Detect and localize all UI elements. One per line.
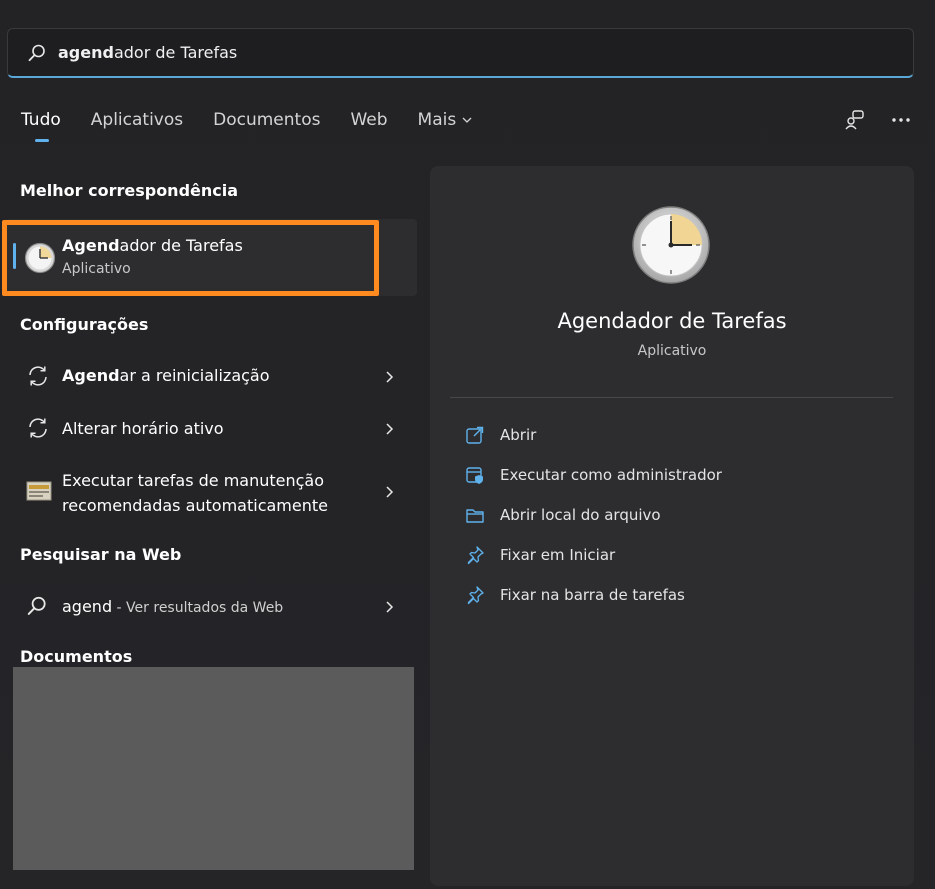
tab-documentos[interactable]: Documentos [213, 110, 320, 130]
chevron-right-icon [386, 486, 394, 498]
selection-indicator [13, 243, 16, 269]
settings-item-label: Agendar a reinicialização [62, 366, 270, 385]
toolbar-icons [843, 108, 913, 132]
section-title-documents: Documentos [20, 647, 133, 666]
best-match-result[interactable]: Agendador de Tarefas Aplicativo [5, 219, 417, 296]
tab-aplicativos[interactable]: Aplicativos [91, 110, 183, 130]
pin-icon [467, 546, 484, 565]
filter-tabs: Tudo Aplicativos Documentos Web Mais [21, 110, 502, 142]
search-icon [28, 44, 45, 62]
chevron-right-icon [386, 423, 394, 435]
open-external-icon [466, 426, 484, 444]
best-match-title: Agendador de Tarefas [62, 236, 243, 255]
sync-icon [29, 418, 47, 438]
action-pin-to-start[interactable]: Fixar em Iniciar [465, 542, 615, 568]
sync-icon [29, 366, 47, 386]
chevron-down-icon [462, 117, 472, 123]
section-title-web: Pesquisar na Web [20, 545, 182, 564]
account-switch-button[interactable] [843, 108, 867, 132]
folder-icon [466, 509, 484, 523]
account-switch-icon [845, 110, 864, 130]
pin-icon [467, 586, 484, 605]
admin-shield-icon [466, 467, 483, 484]
search-query: agendador de Tarefas [58, 43, 238, 62]
section-title-best-match: Melhor correspondência [20, 181, 239, 200]
more-options-button[interactable] [889, 108, 913, 132]
detail-subtitle: Aplicativo [637, 343, 707, 359]
settings-item-active-hours[interactable]: Alterar horário ativo [5, 404, 417, 454]
settings-item-label: Executar tarefas de manutenção recomendad… [62, 471, 328, 515]
maintenance-icon [26, 481, 52, 501]
tab-mais[interactable]: Mais [418, 110, 473, 130]
active-tab-indicator [35, 139, 49, 142]
task-scheduler-clock-icon [24, 242, 56, 274]
documents-redacted-area [13, 667, 414, 870]
action-run-as-admin[interactable]: Executar como administrador [465, 462, 722, 488]
settings-item-restart[interactable]: Agendar a reinicialização [5, 351, 417, 401]
detail-title: Agendador de Tarefas [557, 309, 787, 333]
tab-tudo[interactable]: Tudo [21, 110, 61, 142]
action-open[interactable]: Abrir [465, 422, 536, 448]
section-title-settings: Configurações [20, 315, 149, 334]
action-pin-to-taskbar[interactable]: Fixar na barra de tarefas [465, 582, 685, 608]
search-icon [27, 596, 46, 615]
more-dots-icon [892, 118, 910, 122]
web-result-label: agend - Ver resultados da Web [62, 597, 284, 616]
settings-item-label: Alterar horário ativo [62, 419, 224, 438]
search-flyout: agendador de Tarefas Tudo Aplicativos Do… [0, 0, 935, 889]
task-scheduler-clock-icon [632, 206, 710, 284]
web-search-result[interactable]: agend - Ver resultados da Web [5, 582, 417, 632]
chevron-right-icon [386, 601, 394, 613]
chevron-right-icon [386, 371, 394, 383]
settings-item-maintenance[interactable]: Executar tarefas de manutenção recomendad… [5, 466, 417, 522]
detail-panel: Agendador de Tarefas Aplicativo Abrir Ex… [430, 166, 914, 886]
best-match-subtitle: Aplicativo [62, 261, 131, 277]
tab-web[interactable]: Web [350, 110, 387, 130]
divider [450, 397, 893, 398]
search-input[interactable]: agendador de Tarefas [7, 28, 914, 78]
action-open-file-location[interactable]: Abrir local do arquivo [465, 502, 661, 528]
